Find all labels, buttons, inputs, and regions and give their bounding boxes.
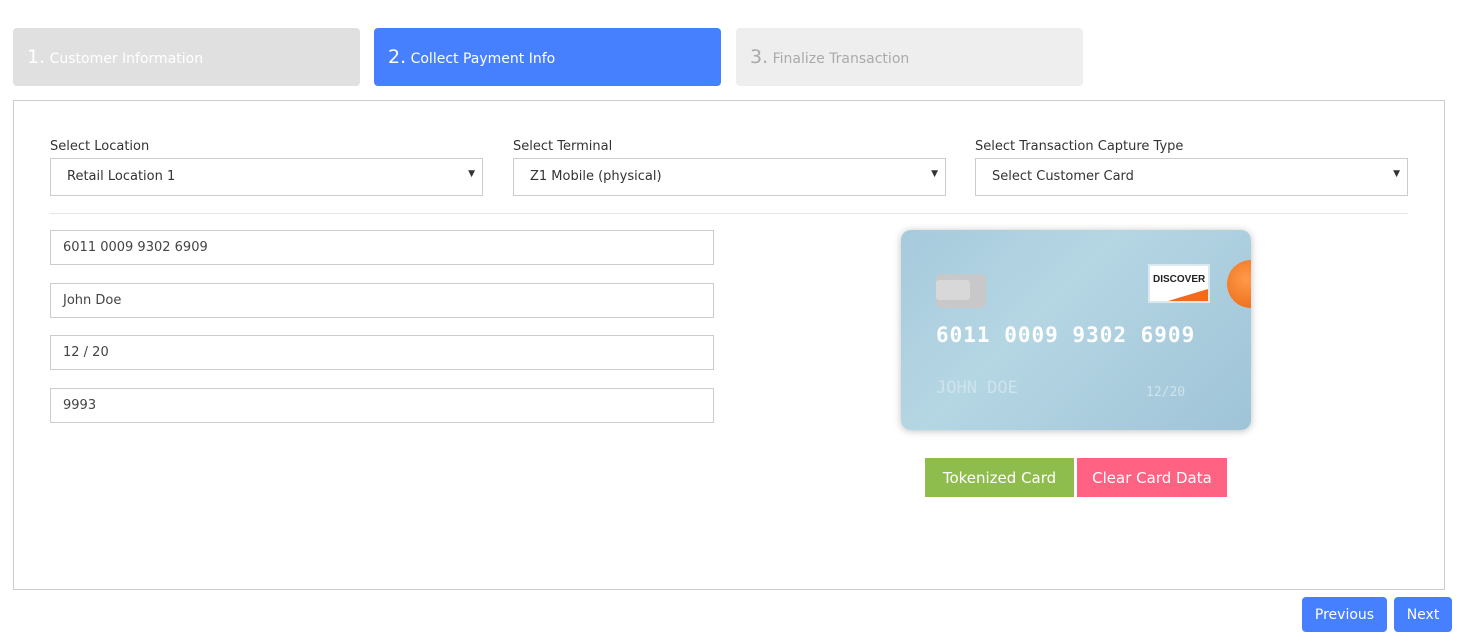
capture-type-select[interactable]: Select Customer Card ▼ xyxy=(975,158,1408,196)
card-preview-name: JOHN DOE xyxy=(936,378,1018,398)
discover-logo: DISCOVER xyxy=(1148,264,1210,303)
card-preview-number: 6011 0009 9302 6909 xyxy=(936,323,1196,347)
step-label: Finalize Transaction xyxy=(772,51,910,67)
expiry-input[interactable]: 12 / 20 xyxy=(50,335,714,370)
cardholder-name-input[interactable]: John Doe xyxy=(50,283,714,318)
card-preview-expiry: 12/20 xyxy=(1146,385,1186,400)
card-preview: DISCOVER 6011 0009 9302 6909 JOHN DOE 12… xyxy=(901,230,1251,430)
step-collect-payment-info[interactable]: 2. Collect Payment Info xyxy=(374,28,721,86)
card-number-input[interactable]: 6011 0009 9302 6909 xyxy=(50,230,714,265)
step-customer-information[interactable]: 1. Customer Information xyxy=(13,28,360,86)
chevron-down-icon: ▼ xyxy=(468,169,475,179)
divider xyxy=(50,213,1408,214)
step-finalize-transaction[interactable]: 3. Finalize Transaction xyxy=(736,28,1083,86)
chip-icon xyxy=(936,274,986,308)
tokenized-card-button[interactable]: Tokenized Card xyxy=(925,458,1074,497)
chevron-down-icon: ▼ xyxy=(1393,169,1400,179)
next-button[interactable]: Next xyxy=(1394,597,1452,632)
terminal-label: Select Terminal xyxy=(513,139,613,154)
cvv-input[interactable]: 9993 xyxy=(50,388,714,423)
clear-card-data-button[interactable]: Clear Card Data xyxy=(1077,458,1227,497)
step-label: Collect Payment Info xyxy=(410,51,556,67)
step-label: Customer Information xyxy=(49,51,204,67)
chevron-down-icon: ▼ xyxy=(931,169,938,179)
location-select[interactable]: Retail Location 1 ▼ xyxy=(50,158,483,196)
previous-button[interactable]: Previous xyxy=(1302,597,1387,632)
location-label: Select Location xyxy=(50,139,150,154)
brand-circle-icon xyxy=(1227,260,1251,308)
capture-type-label: Select Transaction Capture Type xyxy=(975,139,1184,154)
terminal-select[interactable]: Z1 Mobile (physical) ▼ xyxy=(513,158,946,196)
